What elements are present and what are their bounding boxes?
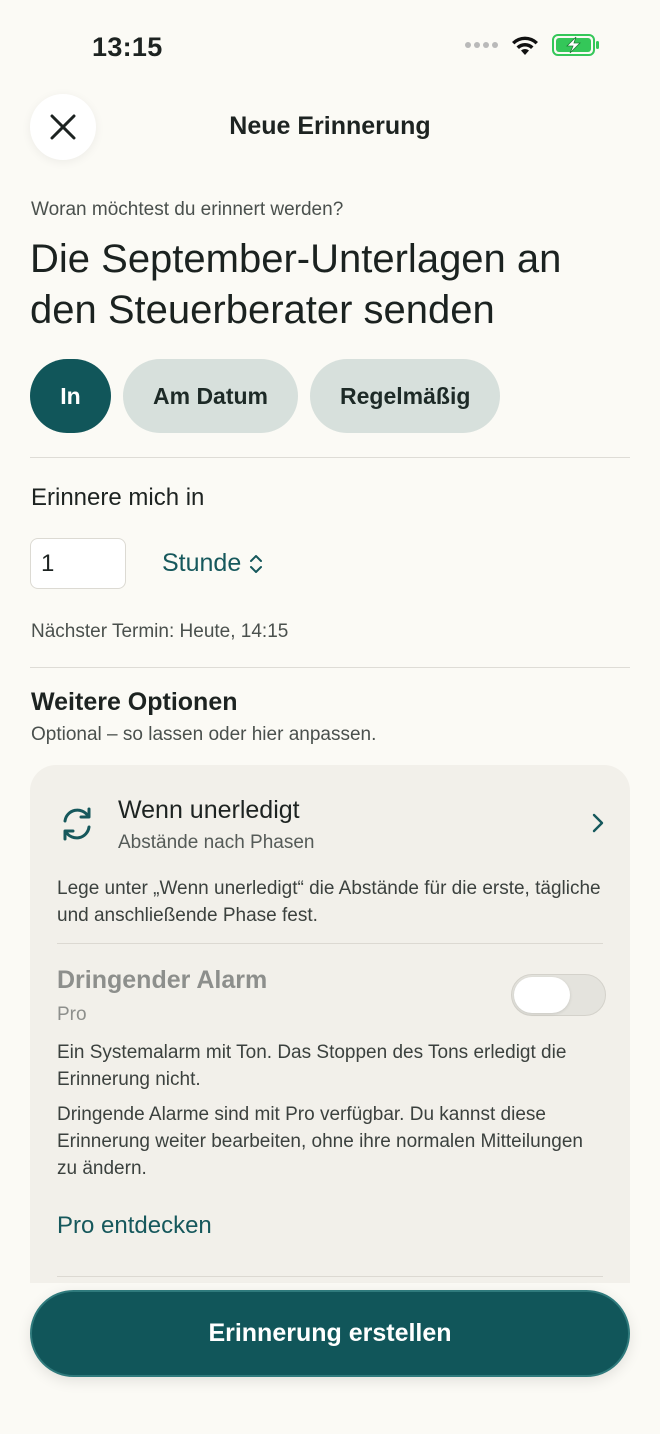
pro-badge: Pro xyxy=(57,1004,87,1025)
chevron-up-down-icon xyxy=(250,554,263,573)
segment-recurring[interactable]: Regelmäßig xyxy=(310,359,501,433)
reminder-text-field[interactable]: Die September-Unterlagen an den Steuerbe… xyxy=(30,234,620,336)
page-title: Neue Erinnerung xyxy=(229,112,431,140)
amount-input[interactable] xyxy=(30,538,126,589)
more-options-subtitle: Optional – so lassen oder hier anpassen. xyxy=(31,724,377,745)
new-reminder-screen: 13:15 Neue Erinnerung Woran möchtest du … xyxy=(0,0,660,1434)
divider xyxy=(57,943,603,944)
toggle-knob xyxy=(514,977,570,1013)
segment-on-date[interactable]: Am Datum xyxy=(123,359,299,433)
pro-availability-note: Dringende Alarme sind mit Pro verfügbar.… xyxy=(57,1104,583,1179)
schedule-type-segments: In Am Datum Regelmäßig xyxy=(30,359,501,433)
next-date-text: Nächster Termin: Heute, 14:15 xyxy=(31,621,289,642)
chevron-right-icon xyxy=(592,813,604,838)
segment-in[interactable]: In xyxy=(30,359,111,433)
divider xyxy=(30,667,630,668)
battery-charging-icon xyxy=(552,34,599,56)
if-undone-row[interactable]: Wenn unerledigt Abstände nach Phasen xyxy=(30,765,630,865)
remind-in-label: Erinnere mich in xyxy=(31,484,205,511)
options-card: Wenn unerledigt Abstände nach Phasen Leg… xyxy=(30,765,630,1305)
signal-icon xyxy=(465,42,498,48)
repeat-icon xyxy=(58,805,96,848)
more-options-title: Weitere Optionen xyxy=(31,688,238,716)
divider xyxy=(57,1276,603,1277)
status-icons xyxy=(464,34,600,56)
status-time: 13:15 xyxy=(92,32,163,62)
unit-select[interactable]: Stunde xyxy=(162,549,263,578)
divider xyxy=(30,457,630,458)
urgent-alarm-description: Ein Systemalarm mit Ton. Das Stoppen des… xyxy=(57,1042,567,1090)
if-undone-subtitle: Abstände nach Phasen xyxy=(118,832,315,853)
discover-pro-link[interactable]: Pro entdecken xyxy=(57,1212,212,1240)
create-reminder-button[interactable]: Erinnerung erstellen xyxy=(30,1290,630,1377)
if-undone-description: Lege unter „Wenn unerledigt“ die Abständ… xyxy=(57,878,601,926)
wifi-icon xyxy=(512,36,538,55)
if-undone-title: Wenn unerledigt xyxy=(118,796,300,824)
unit-select-value: Stunde xyxy=(162,549,242,577)
urgent-alarm-title: Dringender Alarm xyxy=(57,966,268,994)
urgent-alarm-toggle[interactable] xyxy=(511,974,606,1016)
question-label: Woran möchtest du erinnert werden? xyxy=(31,199,344,220)
